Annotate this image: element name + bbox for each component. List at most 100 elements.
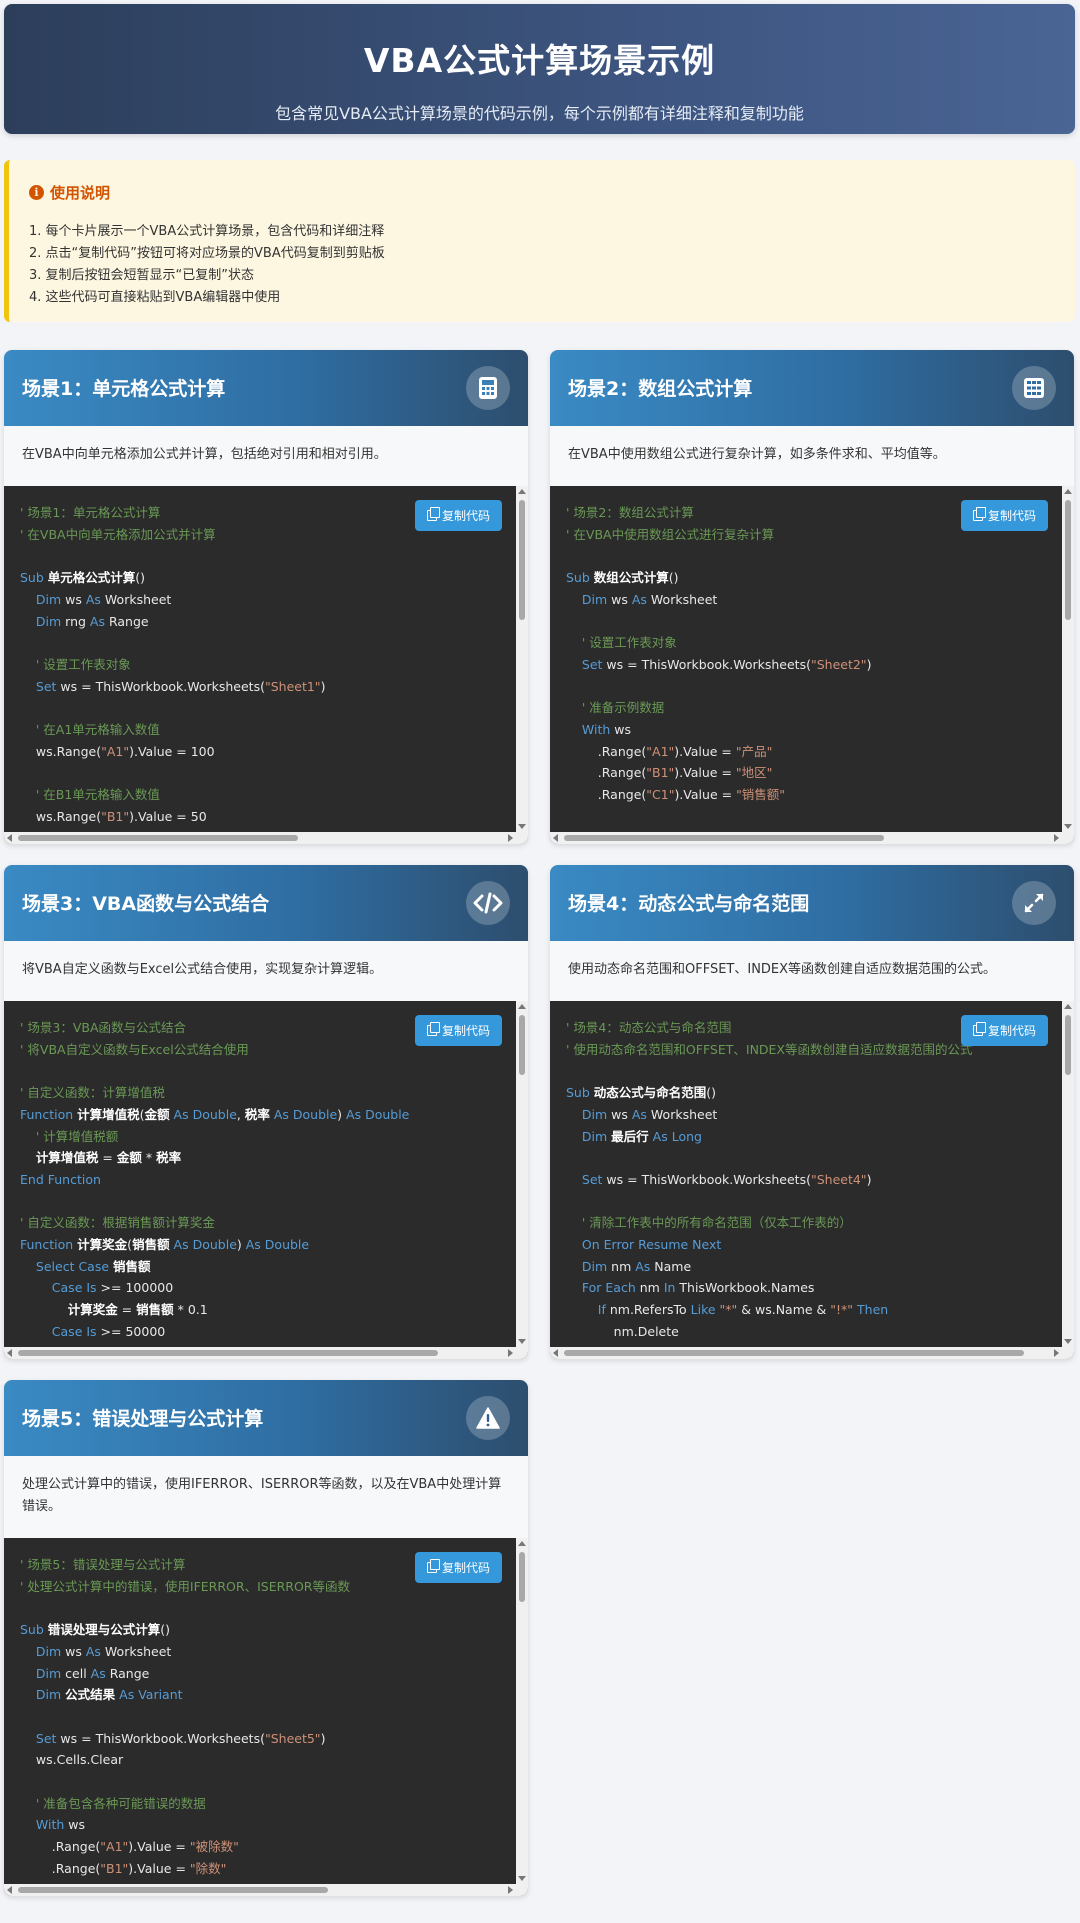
vertical-scrollbar[interactable] [516, 1001, 528, 1347]
code-token: "Sheet4" [810, 1171, 867, 1187]
code-block[interactable]: ' 场景3：VBA函数与公式结合 ' 将VBA自定义函数与Excel公式结合使用 … [4, 1001, 528, 1359]
code-token: Set [35, 1730, 57, 1746]
card-title: 场景1：单元格公式计算 [22, 378, 226, 400]
code-token: "被除数" [189, 1839, 239, 1855]
copy-code-button[interactable]: 复制代码 [960, 1015, 1048, 1046]
copy-code-button[interactable]: 复制代码 [960, 500, 1048, 531]
vertical-scrollbar[interactable] [516, 486, 528, 832]
code-token: () [160, 1622, 171, 1638]
code-token: ' 清除工作表中的所有命名范围（仅本工作表的） [566, 1215, 852, 1231]
code-token: 金额 [144, 1106, 170, 1122]
card-description: 在VBA中使用数组公式进行复杂计算，如多条件求和、平均值等。 [550, 426, 1074, 486]
code-content: ' 场景5：错误处理与公式计算 ' 处理公式计算中的错误，使用IFERROR、IS… [4, 1538, 528, 1880]
code-line: Dim 公式结果 As Variant [20, 1684, 504, 1706]
code-token: ws.Cells.Clear [20, 1752, 124, 1768]
vertical-scrollbar[interactable] [516, 1538, 528, 1884]
copy-code-button[interactable]: 复制代码 [414, 1552, 502, 1583]
code-token: 税率 [156, 1150, 182, 1166]
code-token: ' 准备示例数据 [566, 700, 665, 716]
code-token: 单元格公式计算 [47, 570, 136, 586]
code-line: Function 计算奖金(销售额 As Double) As Double [20, 1234, 504, 1256]
copy-button-label: 复制代码 [441, 509, 490, 523]
code-line: 计算奖金 = 销售额 * 0.1 [20, 1299, 504, 1321]
code-line: ' 准备包含各种可能错误的数据 [20, 1793, 504, 1815]
code-token: Dim [35, 591, 62, 607]
card-header: 场景5：错误处理与公式计算 [4, 1380, 528, 1456]
code-token: .Range( [20, 1839, 101, 1855]
code-token: 错误处理与公式计算 [47, 1622, 161, 1638]
code-token: ) [320, 678, 326, 694]
code-token: cell [61, 1665, 91, 1681]
horizontal-scrollbar[interactable] [4, 1884, 516, 1896]
code-token: Worksheet [100, 1643, 172, 1659]
code-token: "B1" [101, 808, 130, 824]
code-line: ' 设置工作表对象 [20, 654, 504, 676]
code-token: 计算增值税 [77, 1106, 140, 1122]
code-token: ) [866, 656, 872, 672]
card-title: 场景4：动态公式与命名范围 [568, 893, 810, 915]
code-token: ' 使用动态命名范围和OFFSET、INDEX等函数创建自适应数据范围的公式 [566, 1041, 973, 1057]
card-header: 场景2：数组公式计算 [550, 350, 1074, 426]
copy-icon [426, 1559, 440, 1573]
horizontal-scrollbar[interactable] [4, 1347, 516, 1359]
card-description: 处理公式计算中的错误，使用IFERROR、ISERROR等函数，以及在VBA中处… [4, 1456, 528, 1538]
copy-button-label: 复制代码 [441, 1024, 490, 1038]
vertical-scrollbar[interactable] [1062, 1001, 1074, 1347]
code-block[interactable]: ' 场景1：单元格公式计算 ' 在VBA中向单元格添加公式并计算 Sub 单元格公… [4, 486, 528, 844]
code-token: Worksheet [100, 591, 172, 607]
code-line: Sub 单元格公式计算() [20, 567, 504, 589]
code-line: For Each nm In ThisWorkbook.Names [566, 1277, 1050, 1299]
code-token: With [581, 722, 611, 738]
horizontal-scrollbar[interactable] [550, 1347, 1062, 1359]
code-line: ' 准备示例数据 [566, 697, 1050, 719]
copy-code-button[interactable]: 复制代码 [414, 1015, 502, 1046]
code-token: Worksheet [646, 591, 718, 607]
code-token: ' 场景1：单元格公式计算 [20, 505, 161, 520]
code-token: Dim [35, 1643, 62, 1659]
code-token: ' 在B1单元格输入数值 [20, 787, 160, 803]
copy-code-button[interactable]: 复制代码 [414, 500, 502, 531]
warning-icon [466, 1396, 510, 1440]
expand-icon [1012, 881, 1056, 925]
code-line: ws.Range("A1").Value = 100 [20, 741, 504, 763]
code-token: As [85, 1643, 101, 1659]
code-line: .Range("B1").Value = "除数" [20, 1858, 504, 1880]
code-content: ' 场景4：动态公式与命名范围 ' 使用动态命名范围和OFFSET、INDEX等函… [550, 1001, 1074, 1343]
scenario-card-1: 场景1：单元格公式计算 在VBA中向单元格添加公式并计算，包括绝对引用和相对引用… [4, 350, 528, 844]
code-token: = [117, 1302, 137, 1318]
grid-calculator-icon [1012, 366, 1056, 410]
code-token: Sub [20, 570, 48, 586]
scenario-card-5: 场景5：错误处理与公式计算 处理公式计算中的错误，使用IFERROR、ISERR… [4, 1380, 528, 1896]
code-token: ).Value = 100 [129, 743, 215, 759]
code-block[interactable]: ' 场景4：动态公式与命名范围 ' 使用动态命名范围和OFFSET、INDEX等函… [550, 1001, 1074, 1359]
card-description: 使用动态命名范围和OFFSET、INDEX等函数创建自适应数据范围的公式。 [550, 941, 1074, 1001]
card-title: 场景3：VBA函数与公式结合 [22, 893, 270, 915]
code-token: ' 设置工作表对象 [20, 656, 131, 672]
code-line: Set ws = ThisWorkbook.Worksheets("Sheet5… [20, 1728, 504, 1750]
code-token: 数组公式计算 [593, 570, 669, 586]
code-line: ' 自定义函数：根据销售额计算奖金 [20, 1212, 504, 1234]
code-line: Case Is >= 50000 [20, 1321, 504, 1343]
code-block[interactable]: ' 场景2：数组公式计算 ' 在VBA中使用数组公式进行复杂计算 Sub 数组公式… [550, 486, 1074, 844]
code-token: ws = ThisWorkbook.Worksheets( [56, 678, 265, 694]
code-token: Range [105, 613, 149, 629]
code-token: nm.RefersTo [605, 1302, 691, 1318]
horizontal-scrollbar[interactable] [550, 832, 1062, 844]
horizontal-scrollbar[interactable] [4, 832, 516, 844]
vertical-scrollbar[interactable] [1062, 486, 1074, 832]
code-token: ) [866, 1171, 872, 1187]
code-token: On Error Resume Next [581, 1237, 722, 1253]
code-token: As Double [241, 1237, 310, 1253]
code-line: ' 在A1单元格输入数值 [20, 719, 504, 741]
copy-icon [972, 1022, 986, 1036]
code-token: ' 场景5：错误处理与公式计算 [20, 1557, 186, 1572]
code-block[interactable]: ' 场景5：错误处理与公式计算 ' 处理公式计算中的错误，使用IFERROR、IS… [4, 1538, 528, 1896]
